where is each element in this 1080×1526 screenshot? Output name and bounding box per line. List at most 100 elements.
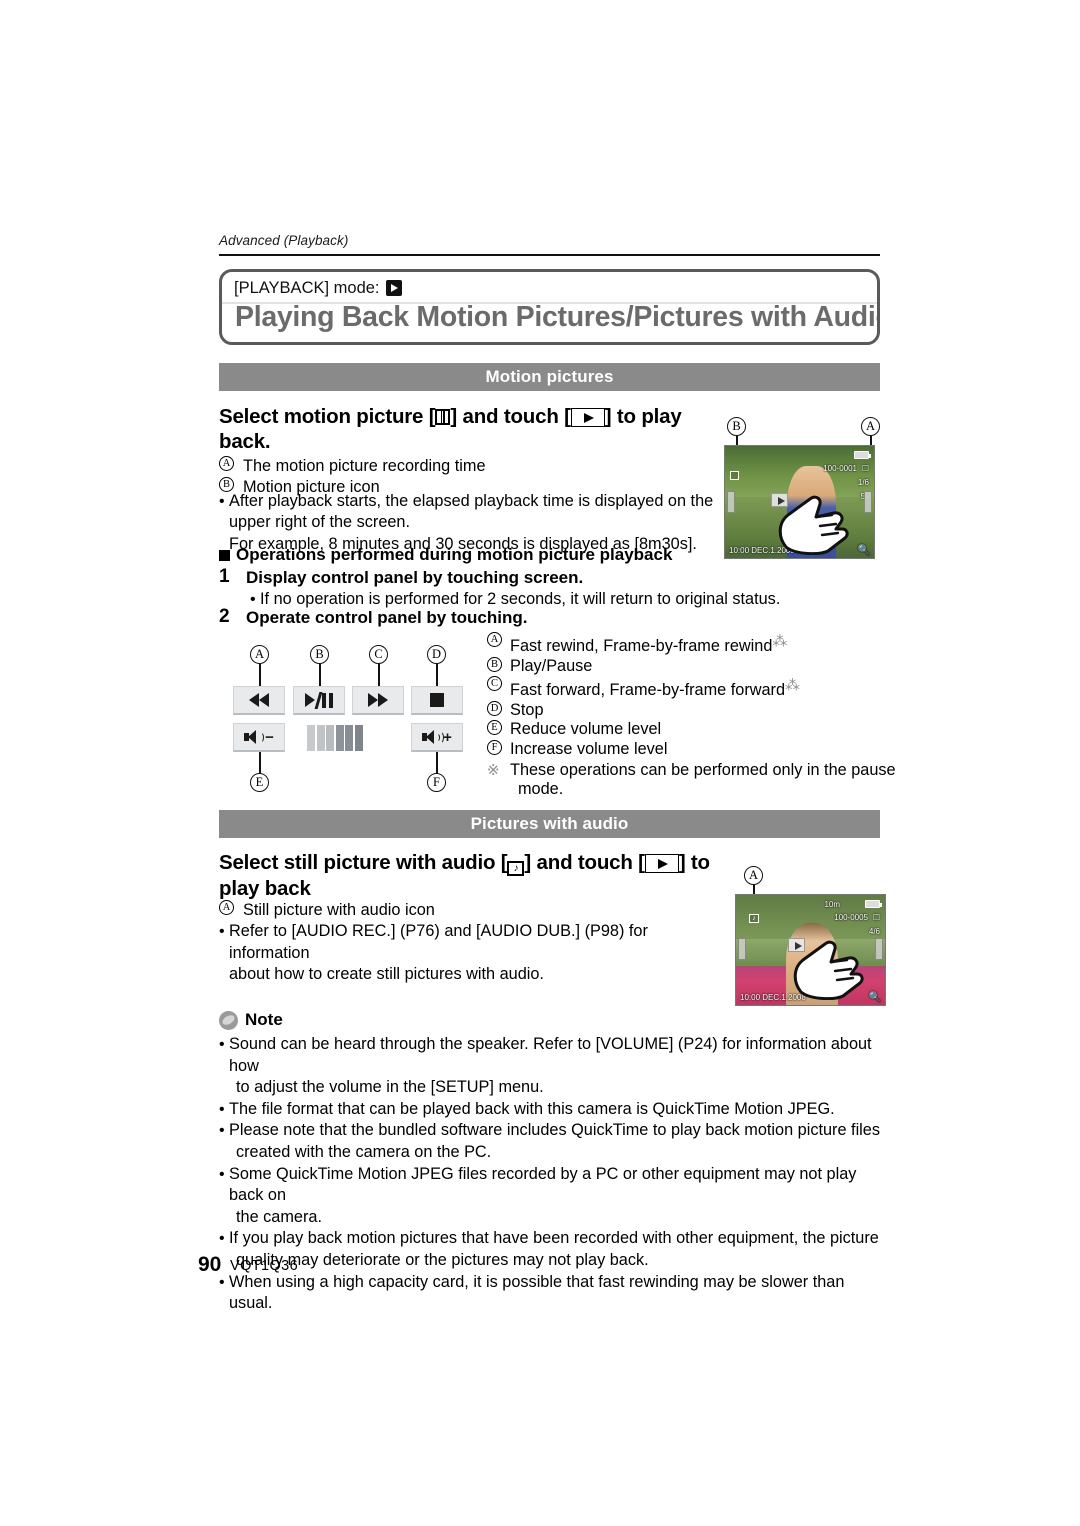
page-number: 90: [198, 1253, 222, 1276]
playback-mode-label: [PLAYBACK] mode:: [234, 278, 380, 297]
step-1-text: Display control panel by touching screen…: [246, 568, 584, 587]
play-triangle-icon: [305, 693, 316, 707]
osd-zoom-icon[interactable]: 🔍: [869, 992, 881, 1003]
play-pause-button[interactable]: [293, 686, 345, 715]
note-icon: [219, 1010, 238, 1030]
camera-callout-b: B: [727, 417, 746, 436]
step-2-number: 2: [219, 606, 230, 627]
forward-triangle-icon: [378, 693, 388, 707]
legend-f-text: Increase volume level: [510, 739, 668, 758]
osd-next-arrow[interactable]: [864, 491, 872, 513]
callout-f: F: [427, 773, 446, 792]
operations-subheading-text: Operations performed during motion pictu…: [236, 545, 673, 564]
motion-picture-camera-screen: 100-0001 ☐ 1/6 5s 10:00 DEC.1.2008 🔍: [724, 445, 875, 559]
audio-bullet-1: • Refer to [AUDIO REC.] (P76) and [AUDIO…: [219, 921, 719, 964]
callout-d: D: [427, 645, 446, 664]
bullet-dot: •: [219, 1122, 225, 1140]
osd-next-arrow[interactable]: [875, 938, 883, 960]
note-item-text: If you play back motion pictures that ha…: [229, 1229, 879, 1269]
osd-prev-arrow[interactable]: [738, 938, 746, 960]
bullet-dot: •: [219, 923, 225, 941]
legend-e-text: Reduce volume level: [510, 720, 662, 739]
audio-heading-part1: Select still picture with audio [: [219, 851, 508, 874]
running-head: Advanced (Playback): [219, 233, 349, 248]
fast-rewind-button[interactable]: [233, 686, 285, 715]
callout-d-marker: D: [487, 700, 502, 716]
note-item-text: Some QuickTime Motion JPEG files recorde…: [229, 1164, 857, 1226]
bullet-dot: •: [219, 1036, 225, 1053]
bullet-dot: •: [219, 493, 225, 510]
legend-row-e: E Reduce volume level: [487, 720, 896, 740]
page-title-box: [PLAYBACK] mode: Playing Back Motion Pic…: [219, 269, 880, 345]
bullet-dot: •: [219, 1100, 225, 1118]
bullet-dot: •: [219, 1230, 225, 1248]
osd-picture-count: 1/6: [857, 478, 869, 487]
callout-e-leader: [259, 752, 261, 774]
osd-battery-icon: [854, 451, 871, 459]
volume-up-button[interactable]: +: [411, 723, 463, 752]
callout-c-leader: [378, 664, 380, 686]
section-band-pictures-with-audio: Pictures with audio: [219, 810, 880, 838]
audio-legend-block: A Still picture with audio icon • Refer …: [219, 900, 719, 986]
note-heading: Note: [219, 1010, 283, 1030]
note-item: • The file format that can be played bac…: [219, 1099, 884, 1121]
touch-hand-icon: [778, 495, 849, 555]
forward-triangle-icon: [368, 693, 378, 707]
osd-folder-icon: ☐: [872, 913, 880, 922]
volume-down-button[interactable]: −: [233, 723, 285, 752]
operations-subheading: Operations performed during motion pictu…: [219, 545, 672, 565]
callout-f-leader: [436, 752, 438, 774]
osd-resolution: 10m: [824, 900, 840, 909]
volume-bar: [354, 725, 363, 751]
motion-bullet-1-cont1: upper right of the screen.: [229, 513, 411, 532]
film-strip-icon: [435, 409, 451, 425]
legend-b-text: Play/Pause: [510, 656, 593, 675]
osd-picture-count: 4/6: [868, 927, 880, 936]
volume-level-indicator: [307, 725, 363, 751]
volume-up-sign: +: [443, 728, 452, 746]
camera-callout-a: A: [861, 417, 880, 436]
volume-bar: [335, 725, 344, 751]
callout-b-leader: [319, 664, 321, 686]
audio-picture-icon: ♪: [507, 861, 525, 876]
callout-a: A: [250, 645, 269, 664]
callout-d-leader: [436, 664, 438, 686]
callout-f-marker: F: [487, 739, 502, 755]
note-item-text: Please note that the bundled software in…: [229, 1121, 880, 1161]
osd-file-number: 100-0001: [823, 464, 857, 473]
callout-a-marker: A: [219, 900, 234, 915]
volume-bar: [316, 725, 325, 751]
motion-heading-part2: ] and touch [: [450, 405, 571, 428]
note-item-text: When using a high capacity card, it is p…: [229, 1272, 845, 1313]
osd-zoom-icon[interactable]: 🔍: [858, 545, 870, 556]
legend-a-text: Fast rewind, Frame-by-frame rewind⁂: [510, 633, 788, 655]
asterisk-marker: ※: [487, 761, 500, 779]
osd-audio-picture-icon: ♪: [749, 914, 759, 923]
osd-folder-icon: ☐: [861, 464, 869, 473]
pause-bar-icon: [328, 692, 333, 708]
audio-bullet-1-line1: Refer to [AUDIO REC.] (P76) and [AUDIO D…: [229, 922, 648, 962]
audio-legend-a-text: Still picture with audio icon: [243, 901, 435, 919]
legend-row-d: D Stop: [487, 700, 896, 721]
callout-e: E: [250, 773, 269, 792]
legend-d-text: Stop: [510, 700, 544, 719]
osd-prev-arrow[interactable]: [727, 491, 735, 513]
motion-legend-a-text: The motion picture recording time: [243, 457, 486, 475]
speaker-icon: [244, 729, 265, 745]
section-band-label: Pictures with audio: [470, 814, 629, 833]
note-item-text: Sound can be heard through the speaker. …: [229, 1035, 872, 1097]
note-item: • Sound can be heard through the speaker…: [219, 1034, 884, 1099]
note-heading-text: Note: [245, 1010, 283, 1029]
stop-button[interactable]: [411, 686, 463, 715]
section-band-motion-pictures: Motion pictures: [219, 363, 880, 391]
volume-bar: [326, 725, 334, 751]
legend-row-b: B Play/Pause: [487, 656, 896, 677]
legend-footnote-text: These operations can be performed only i…: [510, 760, 896, 799]
motion-heading-part1: Select motion picture [: [219, 405, 436, 428]
callout-e-marker: E: [487, 720, 502, 736]
osd-battery-icon: [865, 900, 882, 908]
page-title: Playing Back Motion Pictures/Pictures wi…: [235, 301, 880, 333]
section-band-label: Motion pictures: [485, 367, 614, 386]
fast-forward-button[interactable]: [352, 686, 404, 715]
rewind-triangle-icon: [259, 693, 269, 707]
